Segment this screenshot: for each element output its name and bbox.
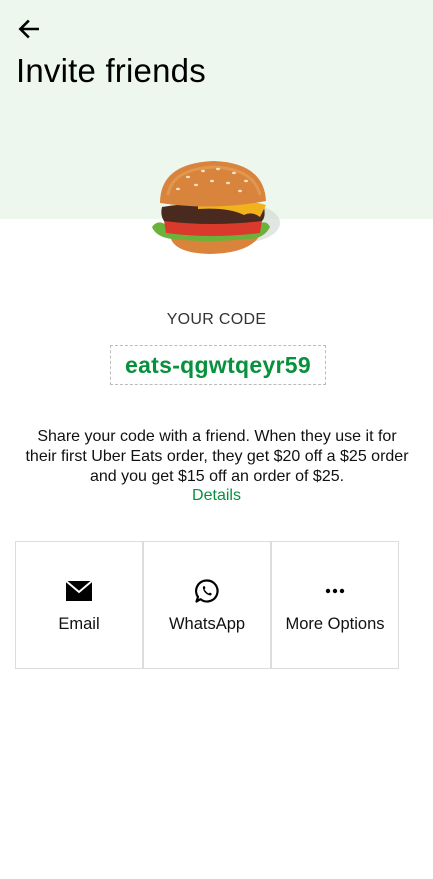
- share-whatsapp-label: WhatsApp: [168, 614, 246, 633]
- whatsapp-icon: [193, 577, 221, 605]
- share-email-button[interactable]: Email: [15, 541, 143, 669]
- your-code-label: YOUR CODE: [166, 311, 267, 328]
- share-options: Email WhatsApp More Options: [15, 541, 399, 669]
- back-button[interactable]: [14, 14, 44, 44]
- referral-code-box[interactable]: eats-qgwtqeyr59: [110, 345, 326, 385]
- page-title: Invite friends: [16, 52, 206, 89]
- arrow-left-icon: [18, 19, 39, 39]
- share-email-label: Email: [58, 614, 100, 633]
- referral-description: Share your code with a friend. When they…: [25, 428, 409, 485]
- burger-image: [152, 161, 280, 254]
- referral-code-value: eats-qgwtqeyr59: [124, 351, 311, 378]
- details-link[interactable]: Details: [0, 487, 433, 505]
- envelope-icon: [65, 577, 93, 605]
- share-more-options-button[interactable]: More Options: [271, 541, 399, 669]
- more-dots-icon: [321, 577, 349, 605]
- share-whatsapp-button[interactable]: WhatsApp: [143, 541, 271, 669]
- share-more-options-label: More Options: [285, 614, 385, 633]
